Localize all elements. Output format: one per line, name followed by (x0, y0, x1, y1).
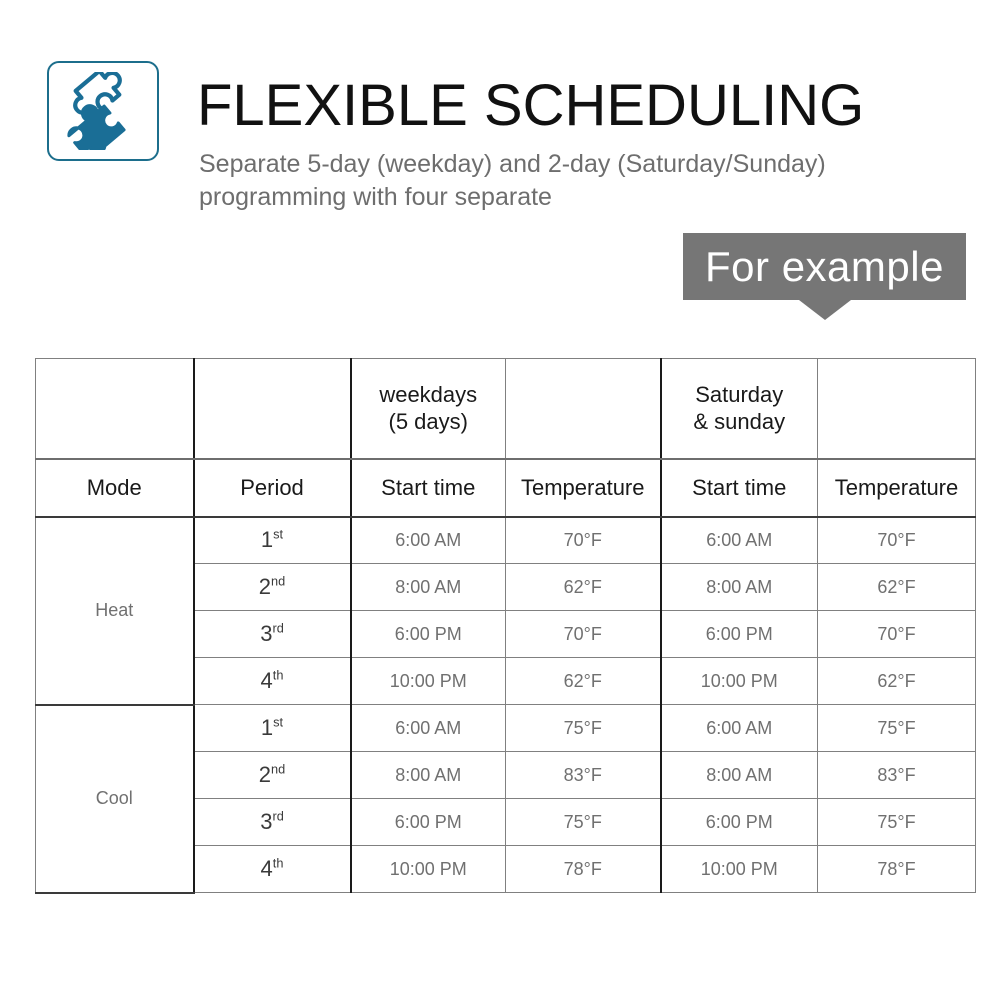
weekend-start-time-cell: 8:00 AM (660, 751, 818, 799)
weekend-temperature-cell: 75°F (817, 704, 976, 752)
weekday-start-time-cell: 8:00 AM (349, 751, 506, 799)
weekday-start-time-cell: 6:00 AM (349, 516, 506, 564)
weekday-temperature-cell: 78°F (505, 845, 662, 893)
period-cell: 2nd (193, 563, 351, 611)
period-ordinal: th (272, 855, 284, 871)
table-row: Cool 1st 6:00 AM 75°F 6:00 AM 75°F (35, 703, 976, 894)
group-header-weekdays: weekdays (5 days) (349, 358, 506, 460)
for-example-banner: For example (683, 233, 966, 320)
weekend-start-time-cell: 6:00 PM (660, 610, 818, 658)
column-header-weekend-temperature: Temperature (817, 458, 976, 518)
period-ordinal: th (272, 667, 284, 683)
period-ordinal: st (273, 526, 284, 542)
period-number: 2 (258, 762, 272, 787)
period-cell: 3rd (193, 610, 351, 658)
page-subtitle: Separate 5-day (weekday) and 2-day (Satu… (199, 150, 826, 211)
weekday-temperature-cell: 70°F (505, 610, 662, 658)
group-header-weekdays-line2: (5 days) (388, 409, 468, 435)
table-column-header-row: Mode Period Start time Temperature Start… (35, 458, 976, 518)
weekday-temperature-cell: 75°F (505, 798, 662, 846)
group-header-empty-period (193, 358, 351, 460)
column-header-weekend-start-time: Start time (660, 458, 818, 518)
weekday-temperature-cell: 70°F (505, 516, 662, 564)
period-cell: 3rd (193, 798, 351, 846)
period-ordinal: nd (271, 573, 286, 589)
puzzle-icon-box (47, 61, 159, 161)
period-ordinal: st (273, 714, 284, 730)
puzzle-pieces-icon (60, 72, 146, 150)
weekend-start-time-cell: 6:00 PM (660, 798, 818, 846)
weekday-start-time-cell: 10:00 PM (349, 657, 506, 705)
period-ordinal: nd (271, 761, 286, 777)
group-header-empty-weekday-temp (505, 358, 662, 460)
group-header-empty-mode (35, 358, 195, 460)
period-number: 3 (260, 809, 273, 834)
weekend-start-time-cell: 8:00 AM (660, 563, 818, 611)
group-header-weekend: Saturday & sunday (660, 358, 818, 460)
weekday-start-time-cell: 6:00 PM (349, 610, 506, 658)
period-cell: 1st (193, 704, 351, 752)
weekday-temperature-cell: 83°F (505, 751, 662, 799)
table-group-header-row: weekdays (5 days) Saturday & sunday (35, 358, 976, 460)
weekend-temperature-cell: 78°F (817, 845, 976, 893)
period-ordinal: rd (272, 620, 284, 636)
page-header: FLEXIBLE SCHEDULING Separate 5-day (week… (0, 0, 1000, 225)
period-cell: 4th (193, 845, 351, 893)
page-title: FLEXIBLE SCHEDULING (197, 73, 865, 138)
schedule-table: weekdays (5 days) Saturday & sunday Mode… (35, 358, 976, 894)
period-number: 1 (260, 527, 274, 553)
group-header-weekend-line2: & sunday (693, 409, 786, 435)
table-body: Heat 1st 6:00 AM 70°F 6:00 AM 70°F 2nd 8… (35, 515, 976, 894)
period-cell: 1st (193, 516, 351, 564)
weekday-temperature-cell: 75°F (505, 704, 662, 752)
period-number: 2 (258, 574, 272, 599)
column-header-weekday-temperature: Temperature (505, 458, 662, 518)
weekend-temperature-cell: 75°F (817, 798, 976, 846)
group-header-empty-weekend-temp (817, 358, 976, 460)
weekend-start-time-cell: 6:00 AM (660, 516, 818, 564)
weekday-start-time-cell: 8:00 AM (349, 563, 506, 611)
period-ordinal: rd (272, 808, 284, 824)
weekday-start-time-cell: 6:00 AM (349, 704, 506, 752)
weekday-temperature-cell: 62°F (505, 657, 662, 705)
banner-label: For example (705, 242, 944, 290)
table-row: Heat 1st 6:00 AM 70°F 6:00 AM 70°F (35, 515, 976, 706)
banner-pointer-icon (798, 300, 851, 320)
period-cell: 4th (193, 657, 351, 705)
column-header-period: Period (193, 458, 351, 518)
group-header-weekdays-line1: weekdays (379, 382, 478, 408)
period-number: 4 (260, 668, 273, 693)
weekend-temperature-cell: 83°F (817, 751, 976, 799)
period-cell: 2nd (193, 751, 351, 799)
weekday-start-time-cell: 10:00 PM (349, 845, 506, 893)
weekend-start-time-cell: 6:00 AM (660, 704, 818, 752)
mode-cell-cool: Cool (35, 703, 195, 894)
period-number: 3 (260, 621, 273, 646)
weekend-start-time-cell: 10:00 PM (660, 845, 818, 893)
period-number: 4 (260, 856, 273, 881)
weekend-temperature-cell: 62°F (817, 563, 976, 611)
weekday-start-time-cell: 6:00 PM (349, 798, 506, 846)
weekend-temperature-cell: 70°F (817, 516, 976, 564)
period-number: 1 (260, 715, 274, 740)
column-header-mode: Mode (35, 458, 195, 518)
weekend-temperature-cell: 70°F (817, 610, 976, 658)
weekend-start-time-cell: 10:00 PM (660, 657, 818, 705)
mode-cell-heat: Heat (35, 515, 195, 706)
weekday-temperature-cell: 62°F (505, 563, 662, 611)
banner-box: For example (683, 233, 966, 300)
group-header-weekend-line1: Saturday (695, 382, 784, 408)
weekend-temperature-cell: 62°F (817, 657, 976, 705)
column-header-weekday-start-time: Start time (349, 458, 506, 518)
